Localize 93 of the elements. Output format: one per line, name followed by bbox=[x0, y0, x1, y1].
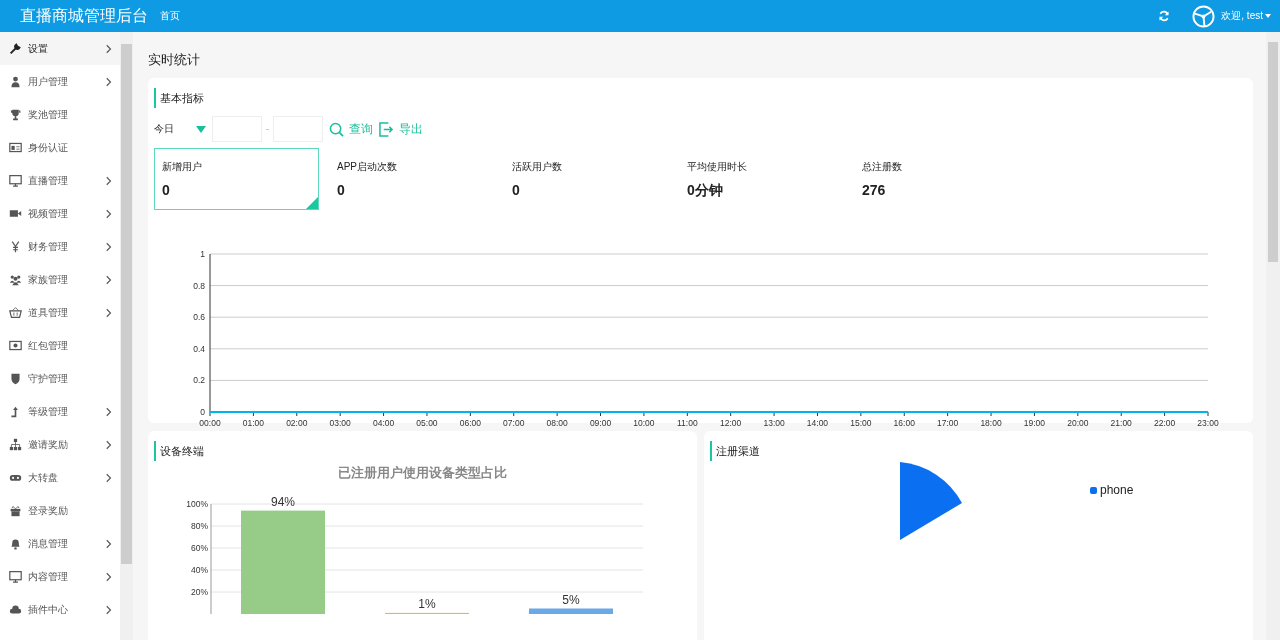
sidebar-item[interactable]: 消息管理 bbox=[0, 527, 120, 560]
metric-tile[interactable]: 总注册数 276 bbox=[854, 148, 1029, 210]
sidebar-item[interactable]: 视频管理 bbox=[0, 197, 120, 230]
sidebar-item[interactable]: 大转盘 bbox=[0, 461, 120, 494]
sidebar-item[interactable]: 直播管理 bbox=[0, 164, 120, 197]
sidebar-item[interactable]: 内容管理 bbox=[0, 560, 120, 593]
sidebar-item[interactable]: 守护管理 bbox=[0, 362, 120, 395]
value-label: 1% bbox=[418, 596, 436, 611]
value-label: 94% bbox=[271, 494, 295, 509]
sidebar-item[interactable]: 邀请奖励 bbox=[0, 428, 120, 461]
x-tick-label: 07:00 bbox=[503, 418, 525, 428]
x-tick-label: 10:00 bbox=[633, 418, 655, 428]
sidebar-item[interactable]: 红包管理 bbox=[0, 329, 120, 362]
y-tick-label: 20% bbox=[191, 587, 208, 597]
x-tick-label: 06:00 bbox=[459, 418, 481, 428]
x-tick-label: 21:00 bbox=[1110, 418, 1132, 428]
y-tick-label: 80% bbox=[191, 521, 208, 531]
basket-icon bbox=[9, 306, 22, 319]
bell-icon bbox=[9, 537, 22, 550]
metric-tile[interactable]: APP启动次数 0 bbox=[329, 148, 504, 210]
y-tick-label: 0.6 bbox=[193, 312, 205, 323]
sidebar-item[interactable]: 身份认证 bbox=[0, 131, 120, 164]
x-tick-label: 04:00 bbox=[372, 418, 395, 428]
export-icon[interactable] bbox=[379, 121, 394, 137]
sidebar-item[interactable]: 等级管理 bbox=[0, 395, 120, 428]
shield-icon bbox=[9, 372, 22, 385]
x-tick-label: 15:00 bbox=[850, 418, 872, 428]
x-tick-label: 13:00 bbox=[763, 418, 785, 428]
y-tick-label: 0.8 bbox=[193, 280, 205, 291]
x-tick-label: 17:00 bbox=[937, 418, 959, 428]
avatar-icon[interactable] bbox=[1192, 4, 1216, 28]
sidebar-item[interactable]: 家族管理 bbox=[0, 263, 120, 296]
metric-tile[interactable]: 活跃用户数 0 bbox=[504, 148, 679, 210]
trophy-icon bbox=[9, 108, 22, 121]
group-icon bbox=[9, 273, 22, 286]
section-title: 基本指标 bbox=[154, 88, 1247, 108]
monitor-icon bbox=[9, 174, 22, 187]
refresh-icon[interactable] bbox=[1158, 10, 1171, 22]
y-tick-label: 60% bbox=[191, 543, 208, 553]
y-tick-label: 0 bbox=[200, 407, 205, 417]
x-tick-label: 09:00 bbox=[589, 418, 612, 428]
y-tick-label: 0.4 bbox=[193, 343, 205, 354]
chart-title: 已注册用户使用设备类型占比 bbox=[337, 464, 508, 482]
sidebar-item[interactable]: 奖池管理 bbox=[0, 98, 120, 131]
x-tick-label: 23:00 bbox=[1197, 418, 1219, 428]
x-tick-label: 05:00 bbox=[416, 418, 438, 428]
x-tick-label: 12:00 bbox=[720, 418, 742, 428]
x-tick-label: 18:00 bbox=[980, 418, 1002, 428]
gift-icon bbox=[9, 504, 22, 517]
cloud-icon bbox=[9, 603, 22, 616]
y-tick-label: 40% bbox=[191, 565, 208, 575]
page-scrollbar[interactable] bbox=[1266, 32, 1280, 640]
x-tick-label: 22:00 bbox=[1153, 418, 1176, 428]
app-title: 直播商城管理后台 bbox=[20, 5, 149, 26]
x-tick-label: 16:00 bbox=[893, 418, 915, 428]
sidebar-item[interactable]: 插件中心 bbox=[0, 593, 120, 626]
section-title: 注册渠道 bbox=[710, 441, 1247, 461]
hierarchy-icon bbox=[9, 438, 22, 451]
sidebar-item[interactable]: 设置 bbox=[0, 32, 120, 65]
sidebar-item[interactable]: 登录奖励 bbox=[0, 494, 120, 527]
sidebar-item[interactable]: 道具管理 bbox=[0, 296, 120, 329]
sidebar-item[interactable]: 财务管理 bbox=[0, 230, 120, 263]
y-tick-label: 100% bbox=[186, 499, 208, 509]
x-tick-label: 08:00 bbox=[546, 418, 568, 428]
metric-tile[interactable]: 平均使用时长 0分钟 bbox=[679, 148, 854, 210]
date-separator: - bbox=[266, 124, 269, 134]
id-card-icon bbox=[9, 141, 22, 154]
monitor-icon bbox=[9, 570, 22, 583]
x-tick-label: 02:00 bbox=[286, 418, 308, 428]
caret-icon[interactable] bbox=[1265, 14, 1271, 18]
x-tick-label: 14:00 bbox=[806, 418, 829, 428]
metric-tile[interactable]: 新增用户 0 bbox=[154, 148, 319, 210]
value-label: 5% bbox=[562, 592, 580, 607]
y-tick-label: 1 bbox=[200, 249, 205, 259]
period-dropdown[interactable]: 今日 bbox=[154, 122, 174, 136]
search-icon[interactable] bbox=[329, 121, 344, 137]
x-tick-label: 19:00 bbox=[1023, 418, 1046, 428]
legend-label[interactable]: phone bbox=[1100, 483, 1134, 497]
wrench-icon bbox=[9, 42, 22, 55]
video-camera-icon bbox=[9, 207, 22, 220]
banknote-icon bbox=[9, 339, 22, 352]
x-tick-label: 00:00 bbox=[199, 418, 221, 428]
y-tick-label: 0.2 bbox=[193, 375, 205, 386]
x-tick-label: 11:00 bbox=[677, 418, 698, 428]
sidebar-scrollbar[interactable] bbox=[120, 32, 133, 640]
person-icon bbox=[9, 75, 22, 88]
x-tick-label: 03:00 bbox=[329, 418, 351, 428]
sidebar-item[interactable]: 用户管理 bbox=[0, 65, 120, 98]
page-title: 实时统计 bbox=[148, 51, 201, 69]
yen-icon bbox=[9, 240, 22, 253]
section-title: 设备终端 bbox=[154, 441, 691, 461]
x-tick-label: 01:00 bbox=[242, 418, 265, 428]
x-tick-label: 20:00 bbox=[1067, 418, 1089, 428]
